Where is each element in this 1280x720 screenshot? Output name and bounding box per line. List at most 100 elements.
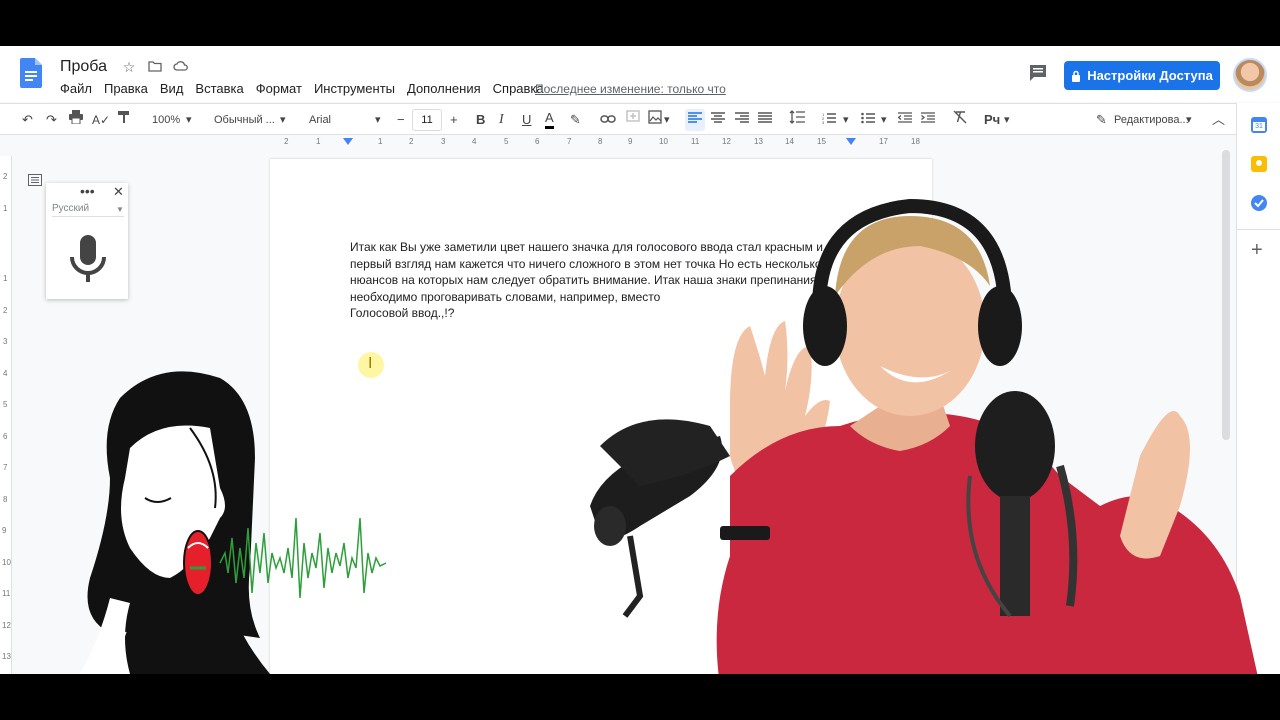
bold-button[interactable]: B [476, 110, 485, 130]
ruler-tick: 3 [441, 137, 446, 146]
vruler-tick: 12 [2, 621, 11, 630]
link-icon[interactable] [600, 110, 616, 130]
menu-view[interactable]: Вид [160, 81, 184, 96]
vruler-tick: 1 [3, 274, 8, 283]
document-title[interactable]: Проба [60, 58, 107, 76]
presenter-photo [590, 198, 1258, 674]
vruler-tick: 4 [3, 369, 8, 378]
vruler-tick: 6 [3, 432, 8, 441]
voice-typing-panel: ••• ✕ Русский ▼ [46, 183, 128, 299]
ruler-tick: 11 [691, 137, 700, 146]
zoom-select[interactable]: 100% [152, 110, 180, 130]
comment-icon[interactable] [1028, 64, 1048, 82]
add-comment-icon[interactable] [626, 110, 640, 130]
vruler-tick: 3 [3, 337, 8, 346]
menu-insert[interactable]: Вставка [195, 81, 243, 96]
svg-text:3: 3 [822, 120, 825, 124]
increase-font-size-button[interactable]: + [450, 110, 458, 130]
ruler-tick: 9 [628, 137, 633, 146]
ruler-tick: 5 [504, 137, 509, 146]
collapse-toolbar-icon[interactable]: ︿ [1212, 110, 1225, 130]
vruler-tick: 13 [2, 652, 11, 661]
font-select[interactable]: Arial [309, 110, 331, 130]
numbered-list-caret-icon: ▾ [843, 114, 849, 126]
italic-button[interactable]: I [499, 110, 504, 130]
microphone-icon[interactable] [68, 235, 108, 287]
app-frame: Проба ☆ Файл Правка Вид Вставка Формат И… [0, 46, 1280, 674]
insert-image-icon[interactable] [648, 110, 662, 130]
ruler-tick: 18 [911, 137, 920, 146]
redo-icon[interactable]: ↷ [46, 110, 57, 130]
menu-format[interactable]: Формат [256, 81, 302, 96]
numbered-list-icon[interactable]: 123 [822, 110, 836, 130]
menu-addons[interactable]: Дополнения [407, 81, 481, 96]
menu-tools[interactable]: Инструменты [314, 81, 395, 96]
decrease-font-size-button[interactable]: − [397, 110, 405, 130]
align-center-icon[interactable] [711, 110, 725, 130]
cloud-icon[interactable] [172, 59, 190, 76]
ruler-tick: 1 [378, 137, 383, 146]
document-outline-icon[interactable] [28, 174, 42, 186]
ruler-tick: 7 [567, 137, 572, 146]
last-edit-link[interactable]: Последнее изменение: только что [535, 82, 726, 96]
insert-image-caret-icon: ▾ [664, 114, 670, 126]
align-right-icon[interactable] [735, 110, 749, 130]
keep-icon[interactable] [1251, 156, 1267, 172]
menu-edit[interactable]: Правка [104, 81, 148, 96]
line-spacing-icon[interactable] [789, 110, 805, 130]
highlight-icon[interactable]: ✎ [570, 110, 581, 130]
top-bar: Проба ☆ Файл Правка Вид Вставка Формат И… [0, 46, 1280, 102]
vertical-ruler[interactable]: 2 1 1 2 3 4 5 6 7 8 9 10 11 12 13 [0, 156, 12, 674]
vruler-tick: 11 [2, 589, 11, 598]
right-indent-marker-icon[interactable] [846, 138, 856, 146]
font-size-input[interactable]: 11 [412, 109, 442, 131]
style-caret-icon: ▾ [280, 114, 286, 126]
star-icon[interactable]: ☆ [120, 59, 138, 76]
title-icons: ☆ [120, 59, 190, 76]
vruler-tick: 7 [3, 463, 8, 472]
edit-mode-caret-icon: ▾ [1186, 114, 1192, 126]
close-icon[interactable]: ✕ [113, 184, 124, 200]
vruler-tick: 9 [2, 526, 7, 535]
ruler-tick: 1 [316, 137, 321, 146]
language-select[interactable]: Русский [52, 203, 124, 217]
vruler-tick: 5 [3, 400, 8, 409]
calendar-icon[interactable]: 31 [1251, 117, 1267, 133]
more-options-icon[interactable]: ••• [80, 183, 95, 199]
share-button[interactable]: Настройки Доступа [1064, 61, 1220, 90]
zoom-caret-icon: ▾ [186, 114, 192, 126]
input-tools-caret-icon: ▾ [1004, 114, 1010, 126]
spellcheck-icon[interactable]: A✓ [92, 110, 110, 130]
vruler-tick: 2 [3, 306, 8, 315]
ruler-tick: 6 [535, 137, 540, 146]
input-tools-button[interactable]: Рч [984, 110, 1000, 130]
decrease-indent-icon[interactable] [897, 110, 912, 130]
undo-icon[interactable]: ↶ [22, 110, 33, 130]
clear-formatting-icon[interactable] [953, 110, 967, 130]
align-left-icon[interactable] [688, 110, 702, 130]
paint-format-icon[interactable] [117, 110, 131, 130]
language-caret-icon: ▼ [116, 205, 124, 214]
bulleted-list-icon[interactable] [861, 110, 875, 130]
align-justify-icon[interactable] [758, 110, 772, 130]
horizontal-ruler[interactable]: 2 1 1 2 3 4 5 6 7 8 9 10 11 12 13 14 15 … [270, 136, 932, 150]
underline-button[interactable]: U [522, 110, 531, 130]
ruler-tick: 17 [879, 137, 888, 146]
edit-mode-select[interactable]: Редактирова... [1114, 110, 1189, 130]
increase-indent-icon[interactable] [921, 110, 935, 130]
move-folder-icon[interactable] [146, 59, 164, 76]
avatar[interactable] [1233, 58, 1267, 92]
bulleted-list-caret-icon: ▾ [881, 114, 887, 126]
style-select[interactable]: Обычный ... [214, 110, 275, 130]
ruler-tick: 10 [659, 137, 668, 146]
menu-file[interactable]: Файл [60, 81, 92, 96]
ruler-tick: 8 [598, 137, 603, 146]
left-indent-marker-icon[interactable] [343, 138, 353, 146]
print-icon[interactable] [68, 110, 84, 130]
docs-logo-icon[interactable] [20, 58, 42, 88]
singing-woman-illustration [80, 371, 387, 674]
ruler-tick: 2 [284, 137, 289, 146]
text-color-button[interactable]: A [545, 110, 554, 129]
lock-icon [1072, 70, 1081, 82]
ruler-tick: 2 [409, 137, 414, 146]
